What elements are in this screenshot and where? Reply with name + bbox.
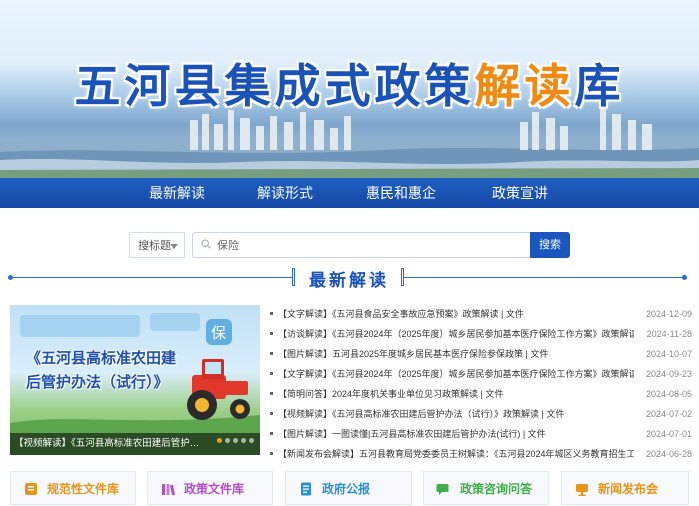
- news-item[interactable]: 【图片解读】一图读懂|五河县高标准农田建后管护办法(试行) | 文件 2024-…: [268, 424, 692, 444]
- news-date: 2024-10-07: [645, 349, 692, 359]
- news-item[interactable]: 【文字解读】《五河县2024年（2025年度）城乡居民参加基本医疗保险工作方案》…: [268, 364, 692, 384]
- header-banner: 五河县集成式政策解读库: [0, 0, 699, 178]
- nav-item-formats[interactable]: 解读形式: [257, 178, 313, 208]
- tractor-icon: [187, 359, 250, 420]
- bulletin-icon: [301, 482, 311, 496]
- tile-normative-docs[interactable]: 规范性文件库: [10, 471, 136, 505]
- tile-label: 政策咨询问答: [460, 482, 533, 496]
- search-input[interactable]: [217, 233, 517, 257]
- news-item[interactable]: 【访谈解读】《五河县2024年（2025年度）城乡居民参加基本医疗保险工作方案》…: [268, 324, 692, 344]
- news-date: 2024-11-28: [646, 329, 692, 339]
- news-item[interactable]: 【简明问答】2024年度机关事业单位见习政策解读 | 文件 2024-08-05: [268, 384, 692, 404]
- news-title[interactable]: 【视频解读】《五河县高标准农田建后管护办法（试行）》政策解读 | 文件: [278, 404, 634, 424]
- section-bracket-left: [292, 268, 295, 286]
- tile-policy-qa[interactable]: 政策咨询问答: [423, 471, 549, 505]
- bullet-icon: [270, 452, 273, 455]
- news-title[interactable]: 【文字解读】《五河县2024年（2025年度）城乡居民参加基本医疗保险工作方案》…: [278, 364, 634, 384]
- banner-title: 五河县集成式政策解读库: [0, 50, 699, 116]
- carousel-dot[interactable]: [233, 438, 238, 443]
- tile-label: 新闻发布会: [598, 482, 659, 496]
- news-date: 2024-06-28: [645, 449, 692, 459]
- news-title[interactable]: 【图片解读】五河县2025年度城乡居民基本医疗保险参保政策 | 文件: [278, 344, 634, 364]
- tile-label: 政策文件库: [184, 482, 245, 496]
- tile-label: 政府公报: [322, 482, 371, 496]
- chat-icon: [436, 484, 449, 495]
- section-header: 最新解读: [0, 264, 699, 292]
- chevron-down-icon: [170, 244, 178, 249]
- news-item[interactable]: 【文字解读】《五河县食品安全事故应急预案》政策解读 | 文件 2024-12-0…: [268, 304, 692, 324]
- news-title[interactable]: 【简明问答】2024年度机关事业单位见习政策解读 | 文件: [278, 384, 634, 404]
- news-date: 2024-12-09: [645, 309, 692, 319]
- section-divider-right: [404, 277, 682, 278]
- featured-caption[interactable]: 【视频解读】《五河县高标准农田建后管护办...: [14, 436, 204, 452]
- news-item[interactable]: 【图片解读】五河县2025年度城乡居民基本医疗保险参保政策 | 文件 2024-…: [268, 344, 692, 364]
- nav-item-latest[interactable]: 最新解读: [149, 178, 205, 208]
- news-date: 2024-07-02: [645, 409, 692, 419]
- carousel-dot[interactable]: [249, 438, 254, 443]
- bullet-icon: [270, 352, 273, 355]
- news-item[interactable]: 【视频解读】《五河县高标准农田建后管护办法（试行）》政策解读 | 文件 2024…: [268, 404, 692, 424]
- news-title[interactable]: 【图片解读】一图读懂|五河县高标准农田建后管护办法(试行) | 文件: [278, 424, 634, 444]
- featured-poster-title: 《五河县高标准农田建后管护办法（试行）》: [26, 350, 177, 391]
- bullet-icon: [270, 432, 273, 435]
- search-button[interactable]: 搜索: [530, 232, 570, 258]
- tile-policy-docs[interactable]: 政策文件库: [147, 471, 273, 505]
- carousel-dot[interactable]: [217, 438, 222, 443]
- news-title[interactable]: 【新闻发布会解读】五河县教育局党委委员王树解读：《五河县2024年城区义务教育招…: [278, 444, 634, 464]
- document-library-icon: [25, 483, 37, 495]
- news-date: 2024-08-05: [645, 389, 692, 399]
- news-title[interactable]: 【访谈解读】《五河县2024年（2025年度）城乡居民参加基本医疗保险工作方案》…: [278, 324, 634, 344]
- section-title: 最新解读: [309, 271, 389, 290]
- books-icon: [162, 484, 176, 496]
- tile-label: 规范性文件库: [47, 482, 120, 496]
- news-title[interactable]: 【文字解读】《五河县食品安全事故应急预案》政策解读 | 文件: [278, 304, 634, 324]
- banner-title-tail: 库: [574, 59, 625, 113]
- bullet-icon: [270, 412, 273, 415]
- bullet-icon: [270, 332, 273, 335]
- svg-text:保: 保: [211, 324, 226, 342]
- news-date: 2024-09-23: [645, 369, 692, 379]
- banner-title-main: 五河县集成式政策: [74, 59, 475, 113]
- tile-gov-bulletin[interactable]: 政府公报: [285, 471, 412, 505]
- news-list: 【文字解读】《五河县食品安全事故应急预案》政策解读 | 文件 2024-12-0…: [268, 304, 692, 464]
- news-date: 2024-07-01: [645, 429, 692, 439]
- bullet-icon: [270, 392, 273, 395]
- section-dot-right: [682, 275, 687, 280]
- bullet-icon: [270, 312, 273, 315]
- bullet-icon: [270, 372, 273, 375]
- search-input-box: [192, 232, 530, 258]
- main-nav: 最新解读 解读形式 惠民和惠企 政策宣讲: [0, 178, 699, 208]
- featured-slide[interactable]: 保 《五河县高标准农田建后管护办法（试行）》 【视频解读】《五河县高标准农田建后…: [10, 305, 260, 455]
- press-conference-icon: [576, 484, 588, 496]
- search-type-select[interactable]: 搜标题: [129, 232, 185, 258]
- carousel-dot[interactable]: [225, 438, 230, 443]
- nav-item-policy-talks[interactable]: 政策宣讲: [492, 178, 548, 208]
- search-icon: [201, 239, 211, 249]
- search-type-label: 搜标题: [138, 240, 171, 252]
- search-bar: 搜标题 搜索: [0, 232, 699, 260]
- carousel-dot[interactable]: [241, 438, 246, 443]
- nav-item-people-business[interactable]: 惠民和惠企: [366, 178, 436, 208]
- section-divider-left: [10, 277, 292, 278]
- tile-press-conference[interactable]: 新闻发布会: [561, 471, 689, 505]
- news-item[interactable]: 【新闻发布会解读】五河县教育局党委委员王树解读：《五河县2024年城区义务教育招…: [268, 444, 692, 464]
- banner-title-highlight: 解读: [474, 59, 575, 113]
- carousel-dots: [214, 430, 254, 448]
